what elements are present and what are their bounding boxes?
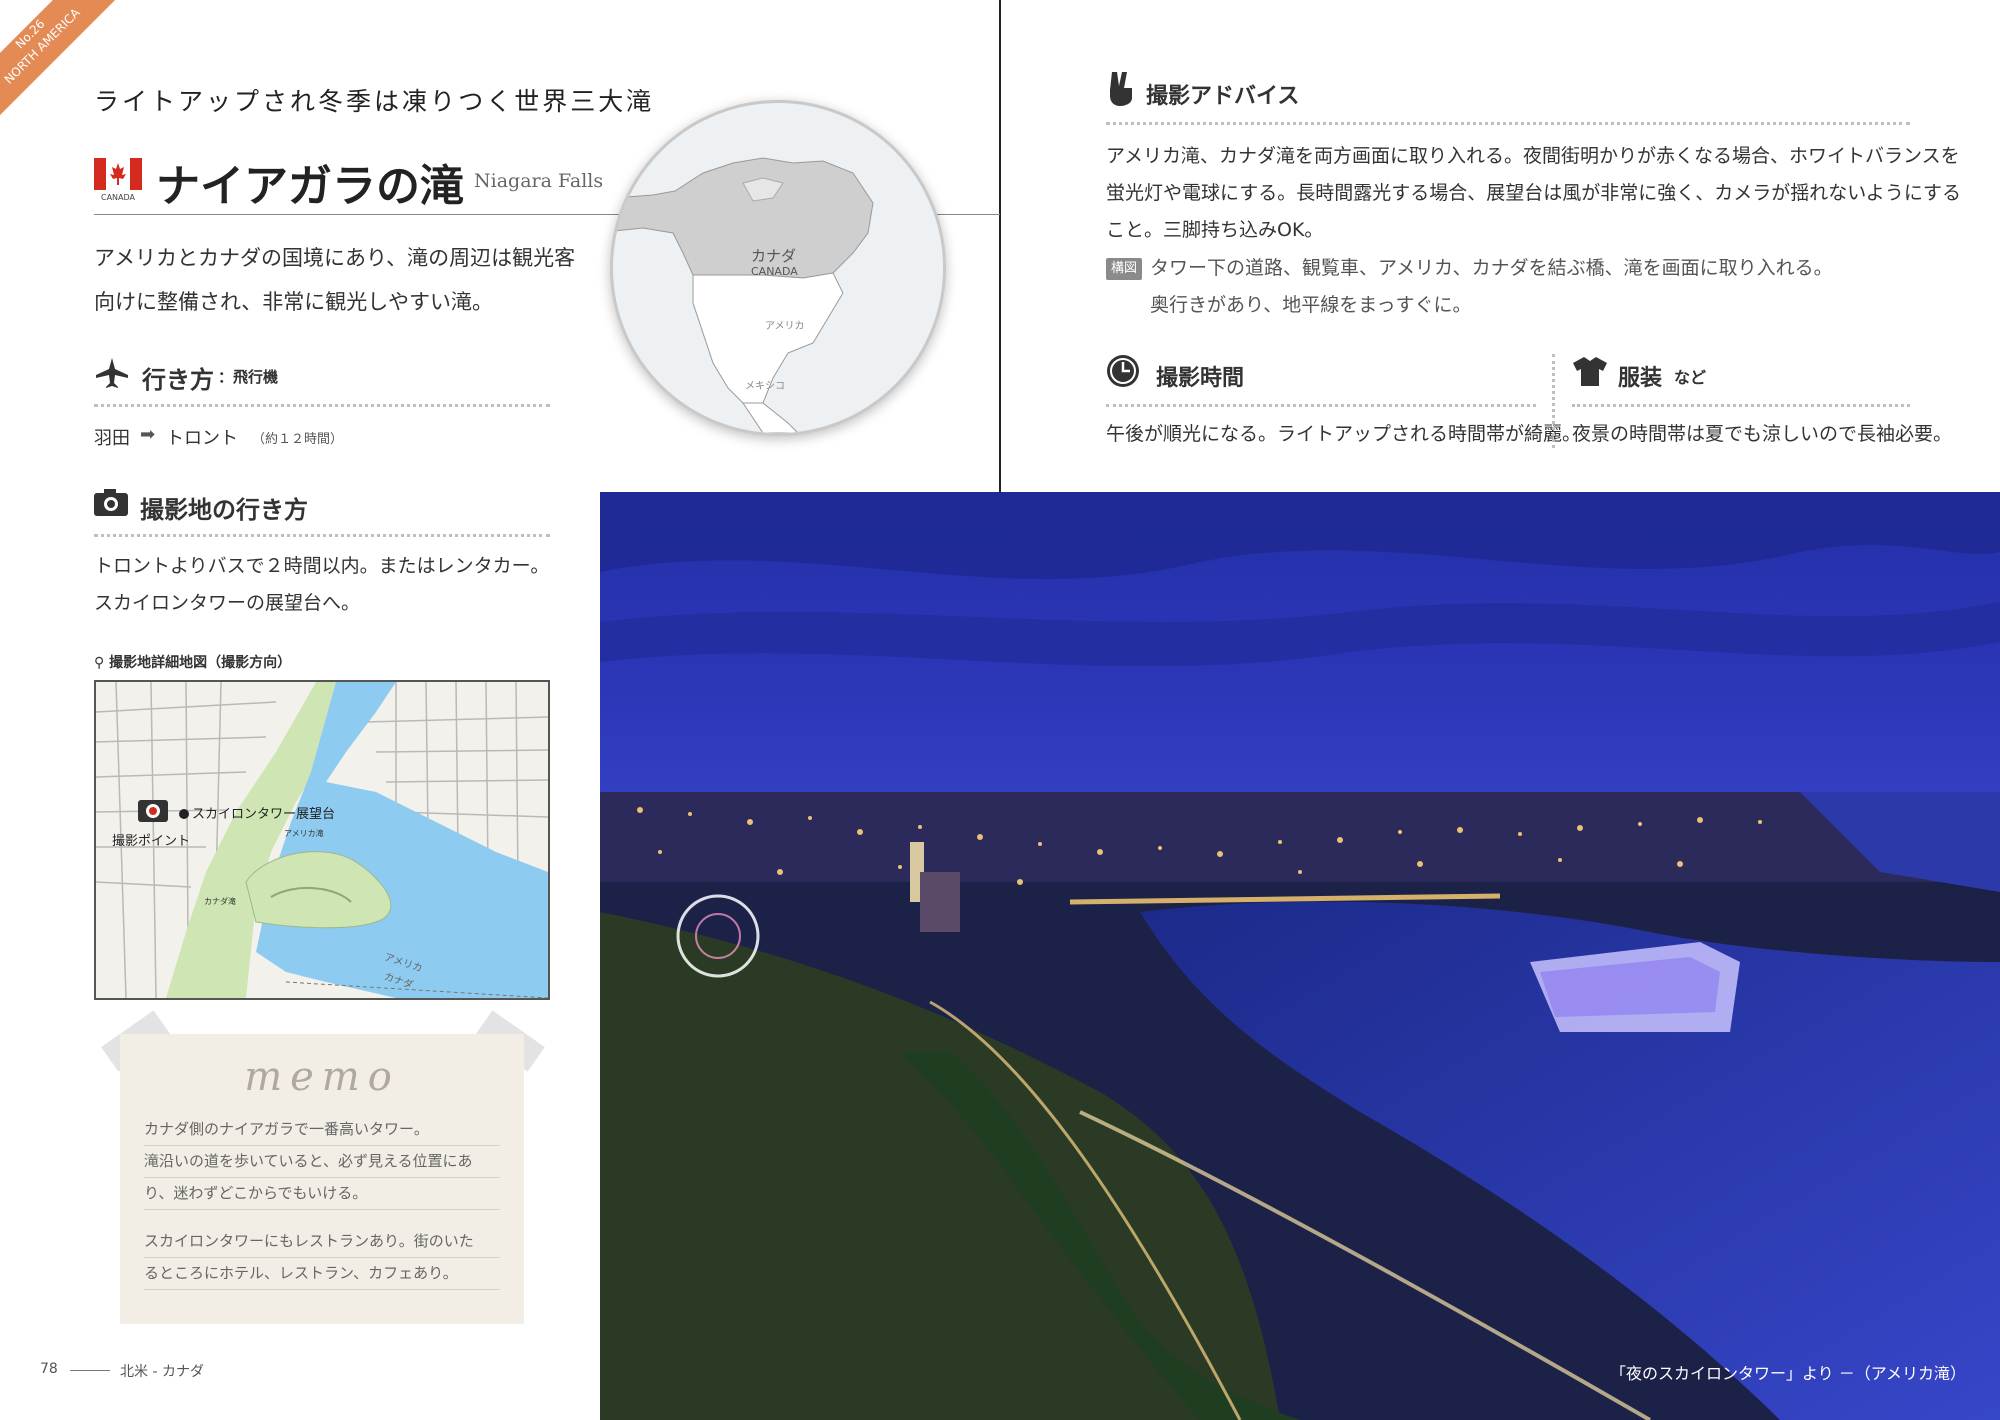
clothing-suffix: など bbox=[1674, 368, 1707, 387]
memo-card: memo カナダ側のナイアガラで一番高いタワー。 滝沿いの道を歩いていると、必ず… bbox=[120, 1034, 524, 1324]
time-heading: 撮影時間 bbox=[1156, 366, 1245, 391]
advice-divider bbox=[1106, 122, 1910, 125]
globe-canada-en-label: CANADA bbox=[751, 265, 798, 278]
title-english: Niagara Falls bbox=[474, 170, 604, 192]
globe-canada-label: カナダ bbox=[751, 247, 797, 265]
globe-usa-label: アメリカ bbox=[765, 321, 805, 332]
map-american-falls-label: アメリカ滝 bbox=[284, 829, 324, 838]
clothing-heading: 服装 bbox=[1618, 366, 1663, 391]
intro-text: アメリカとカナダの国境にあり、滝の周辺は観光客 向けに整備され、非常に観光しやす… bbox=[94, 246, 576, 314]
time-divider bbox=[1106, 404, 1536, 407]
access-mode: ：飛行機 bbox=[218, 368, 279, 386]
location-divider bbox=[94, 534, 550, 537]
memo-line: 滝沿いの道を歩いていると、必ず見える位置にあ bbox=[144, 1146, 500, 1178]
access-to: トロント bbox=[166, 428, 238, 449]
tagline: ライトアップされ冬季は凍りつく世界三大滝 bbox=[94, 87, 655, 116]
footer-section: 北米 - カナダ bbox=[120, 1364, 204, 1380]
photo-caption: 「夜のスカイロンタワー」より －（アメリカ滝） bbox=[1610, 1364, 1966, 1383]
page-number: 78 bbox=[40, 1361, 58, 1377]
clothing-text: 夜景の時間帯は夏でも涼しいので長袖必要。 bbox=[1572, 423, 1953, 445]
clock-icon bbox=[1106, 354, 1140, 388]
time-text: 午後が順光になる。ライトアップされる時間帯が綺麗。 bbox=[1106, 423, 1582, 445]
arrow-right-icon: ➡ bbox=[140, 424, 156, 445]
composition-badge: 構図 bbox=[1106, 258, 1142, 280]
peace-hand-icon bbox=[1106, 70, 1136, 106]
pin-icon: ⚲ bbox=[94, 655, 110, 671]
location-heading: 撮影地の行き方 bbox=[140, 496, 308, 524]
location-text: トロントよりバスで２時間以内。またはレンタカー。 スカイロンタワーの展望台へ。 bbox=[94, 555, 550, 614]
detail-map: スカイロンタワー展望台 撮影ポイント アメリカ滝 カナダ滝 アメリカ カナダ bbox=[94, 680, 550, 1000]
airplane-icon bbox=[94, 358, 130, 388]
access-time: （約１２時間） bbox=[252, 432, 344, 447]
time-clothing-separator bbox=[1552, 354, 1555, 448]
memo-line: カナダ側のナイアガラで一番高いタワー。 bbox=[144, 1114, 500, 1146]
memo-line: り、迷わずどこからでもいける。 bbox=[144, 1178, 500, 1210]
composition-text: タワー下の道路、観覧車、アメリカ、カナダを結ぶ橋、滝を画面に取り入れる。 奥行き… bbox=[1150, 257, 1833, 316]
access-from: 羽田 bbox=[94, 428, 130, 449]
map-canadian-falls-label: カナダ滝 bbox=[204, 897, 236, 906]
advice-heading: 撮影アドバイス bbox=[1146, 84, 1300, 109]
map-tower-label: スカイロンタワー展望台 bbox=[192, 807, 336, 822]
niagara-night-photo: 「夜のスカイロンタワー」より －（アメリカ滝） bbox=[600, 492, 2000, 1420]
access-divider bbox=[94, 404, 550, 407]
page-title: ナイアガラの滝 bbox=[156, 161, 464, 212]
globe-mexico-label: メキシコ bbox=[745, 381, 785, 392]
advice-text: アメリカ滝、カナダ滝を両方画面に取り入れる。夜間街明かりが赤くなる場合、ホワイト… bbox=[1106, 145, 1962, 241]
canada-flag-icon bbox=[94, 158, 142, 190]
memo-title: memo bbox=[244, 1054, 400, 1100]
flag-label: CANADA bbox=[100, 193, 135, 202]
detail-map-label: ⚲ 撮影地詳細地図（撮影方向） bbox=[94, 655, 292, 671]
clothing-divider bbox=[1572, 404, 1910, 407]
access-heading: 行き方 bbox=[142, 366, 214, 394]
map-point-label: 撮影ポイント bbox=[112, 834, 191, 849]
memo-line: るところにホテル、レストラン、カフェあり。 bbox=[144, 1258, 500, 1290]
memo-line: スカイロンタワーにもレストランあり。街のいた bbox=[144, 1226, 500, 1258]
camera-icon bbox=[94, 488, 128, 516]
shirt-icon bbox=[1572, 356, 1608, 386]
locator-globe-map: カナダ CANADA アメリカ メキシコ bbox=[610, 100, 946, 436]
footer-rule bbox=[70, 1370, 110, 1371]
